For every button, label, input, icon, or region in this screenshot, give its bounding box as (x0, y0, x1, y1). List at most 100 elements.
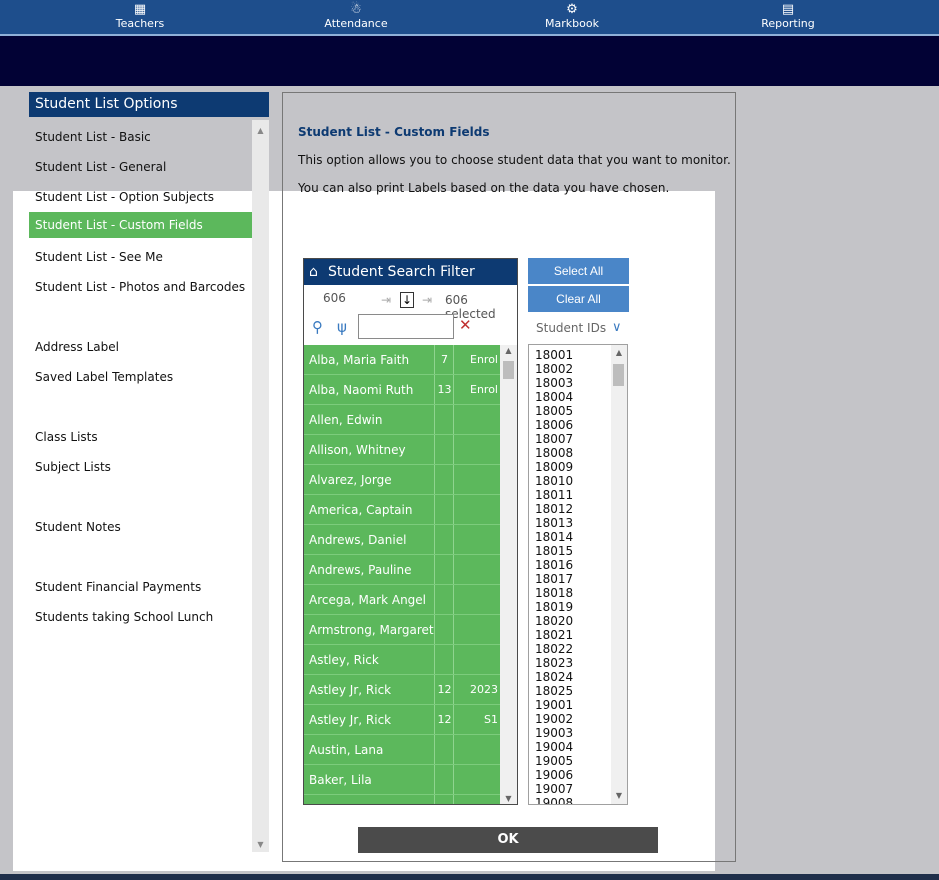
student-id-item[interactable]: 18017 (535, 572, 573, 586)
sidebar-item-general[interactable]: Student List - General (29, 154, 252, 180)
student-id-item[interactable]: 18018 (535, 586, 573, 600)
ids-scrollbar[interactable]: ▲ ▼ (611, 345, 627, 804)
table-row[interactable]: Alba, Maria Faith 7 Enrol (304, 345, 500, 375)
student-id-item[interactable]: 18003 (535, 376, 573, 390)
scroll-down-icon[interactable]: ▼ (611, 790, 627, 802)
table-row[interactable]: Andrews, Daniel (304, 525, 500, 555)
table-row[interactable]: Allen, Edwin (304, 405, 500, 435)
student-id-item[interactable]: 18010 (535, 474, 573, 488)
sidebar-item-custom-fields[interactable]: Student List - Custom Fields (29, 212, 252, 238)
student-id-item[interactable]: 19008 (535, 796, 573, 804)
student-status (453, 555, 500, 584)
student-id-item[interactable]: 19002 (535, 712, 573, 726)
student-id-item[interactable]: 18002 (535, 362, 573, 376)
sidebar-item-option-subjects[interactable]: Student List - Option Subjects (29, 184, 252, 210)
student-id-item[interactable]: 18005 (535, 404, 573, 418)
student-id-item[interactable]: 18014 (535, 530, 573, 544)
student-id-item[interactable]: 19007 (535, 782, 573, 796)
student-id-item[interactable]: 18025 (535, 684, 573, 698)
student-list-scrollbar[interactable]: ▲ ▼ (500, 345, 517, 804)
table-row[interactable]: Alvarez, Jorge (304, 465, 500, 495)
table-row[interactable]: Astley Jr, Rick 12 2023 (304, 675, 500, 705)
clear-all-button[interactable]: Clear All (528, 286, 629, 312)
chevron-down-icon[interactable]: ∨ (612, 320, 622, 335)
scroll-up-icon[interactable]: ▲ (500, 345, 517, 357)
student-id-item[interactable]: 18007 (535, 432, 573, 446)
student-ids-label[interactable]: Student IDs (536, 321, 606, 335)
sidebar-item-see-me[interactable]: Student List - See Me (29, 244, 252, 270)
table-row[interactable]: Allison, Whitney (304, 435, 500, 465)
scroll-thumb[interactable] (613, 364, 624, 386)
table-row[interactable] (304, 795, 500, 804)
nav-attendance[interactable]: ☃ Attendance (296, 2, 416, 30)
table-row[interactable]: Astley, Rick (304, 645, 500, 675)
sidebar-item-financial-payments[interactable]: Student Financial Payments (29, 574, 252, 600)
student-year (434, 585, 454, 614)
sidebar-item-subject-lists[interactable]: Subject Lists (29, 454, 252, 480)
student-id-item[interactable]: 18019 (535, 600, 573, 614)
table-row[interactable]: Alba, Naomi Ruth 13 Enrol (304, 375, 500, 405)
attendance-icon: ☃ (350, 2, 362, 17)
student-id-item[interactable]: 18006 (535, 418, 573, 432)
student-id-item[interactable]: 19005 (535, 754, 573, 768)
move-out-icon[interactable]: ⇥ (420, 292, 434, 308)
student-id-item[interactable]: 18009 (535, 460, 573, 474)
ok-button[interactable]: OK (358, 827, 658, 853)
student-ids-list[interactable]: 18001 18002 18003 18004 18005 18006 18007 18008… (528, 344, 628, 805)
student-id-item[interactable]: 18001 (535, 348, 573, 362)
sidebar-item-class-lists[interactable]: Class Lists (29, 424, 252, 450)
student-id-item[interactable]: 19003 (535, 726, 573, 740)
student-id-item[interactable]: 18023 (535, 656, 573, 670)
sidebar-item-address-label[interactable]: Address Label (29, 334, 252, 360)
student-id-item[interactable]: 18015 (535, 544, 573, 558)
student-name: Astley, Rick (309, 653, 379, 667)
table-row[interactable]: Austin, Lana (304, 735, 500, 765)
search-user-icon[interactable]: ⚲ (312, 318, 323, 336)
student-id-item[interactable]: 18024 (535, 670, 573, 684)
table-row[interactable]: America, Captain (304, 495, 500, 525)
table-row[interactable]: Arcega, Mark Angel (304, 585, 500, 615)
scroll-up-icon[interactable]: ▲ (252, 124, 269, 138)
student-status (453, 405, 500, 434)
student-id-item[interactable]: 18012 (535, 502, 573, 516)
arrow-down-icon[interactable]: ↓ (400, 292, 414, 308)
student-year: 13 (434, 375, 454, 404)
scroll-down-icon[interactable]: ▼ (500, 793, 517, 804)
student-id-item[interactable]: 18013 (535, 516, 573, 530)
sidebar-item-school-lunch[interactable]: Students taking School Lunch (29, 604, 252, 630)
search-input[interactable] (358, 314, 454, 339)
student-id-item[interactable]: 18016 (535, 558, 573, 572)
student-id-item[interactable]: 18008 (535, 446, 573, 460)
student-name: Baker, Lila (309, 773, 372, 787)
student-id-item[interactable]: 18022 (535, 642, 573, 656)
nav-teachers[interactable]: ▦ Teachers (80, 2, 200, 30)
student-id-item[interactable]: 18004 (535, 390, 573, 404)
table-row[interactable]: Andrews, Pauline (304, 555, 500, 585)
sidebar-scrollbar[interactable]: ▲ ▼ (252, 120, 269, 852)
student-id-item[interactable]: 18011 (535, 488, 573, 502)
sidebar-item-photos-barcodes[interactable]: Student List - Photos and Barcodes (29, 274, 252, 300)
scroll-up-icon[interactable]: ▲ (611, 347, 627, 359)
table-row[interactable]: Armstrong, Margaret (304, 615, 500, 645)
move-in-icon[interactable]: ⇥ (379, 292, 393, 308)
clear-search-icon[interactable]: ✕ (459, 316, 472, 334)
nav-markbook[interactable]: ⚙ Markbook (512, 2, 632, 30)
select-all-button[interactable]: Select All (528, 258, 629, 284)
sidebar-item-basic[interactable]: Student List - Basic (29, 124, 252, 150)
student-id-item[interactable]: 19006 (535, 768, 573, 782)
student-id-item[interactable]: 18021 (535, 628, 573, 642)
scroll-thumb[interactable] (503, 361, 514, 379)
table-row[interactable]: Astley Jr, Rick 12 S1 (304, 705, 500, 735)
student-id-item[interactable]: 19001 (535, 698, 573, 712)
nav-reporting[interactable]: ▤ Reporting (728, 2, 848, 30)
home-icon[interactable]: ⌂ (309, 259, 318, 285)
student-status (453, 495, 500, 524)
sidebar-item-saved-label-templates[interactable]: Saved Label Templates (29, 364, 252, 390)
student-search-filter: ⌂ Student Search Filter 606 ⇥ ↓ ⇥ 606 se… (303, 258, 518, 805)
table-row[interactable]: Baker, Lila (304, 765, 500, 795)
sidebar-item-student-notes[interactable]: Student Notes (29, 514, 252, 540)
student-id-item[interactable]: 18020 (535, 614, 573, 628)
filter-icon[interactable]: ψ (337, 318, 347, 336)
scroll-down-icon[interactable]: ▼ (252, 838, 269, 852)
student-id-item[interactable]: 19004 (535, 740, 573, 754)
